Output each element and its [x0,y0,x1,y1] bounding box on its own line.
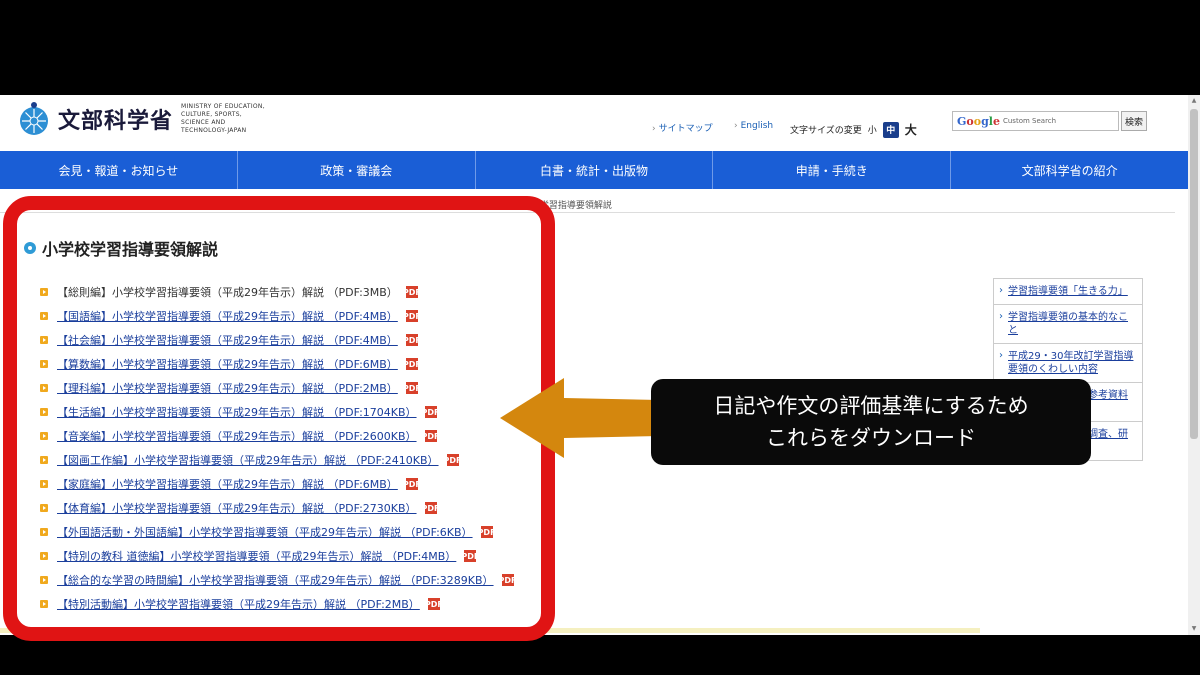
search-button[interactable]: 検索 [1121,111,1147,131]
mext-logo[interactable]: 文部科学省 MINISTRY OF EDUCATION, CULTURE, SP… [16,101,271,137]
english-label: English [740,121,774,131]
sitemap-link[interactable]: › サイトマップ [652,121,713,134]
sidebar-item[interactable]: 学習指導要領の基本的なこと [993,305,1143,344]
sidebar-item[interactable]: 平成29・30年改訂学習指導要領のくわしい内容 [993,344,1143,383]
logo-text: 文部科学省 [58,109,174,134]
logo-english-text: MINISTRY OF EDUCATION, CULTURE, SPORTS, … [181,103,265,134]
font-size-controls: 文字サイズの変更 小 中 大 [790,121,917,138]
font-size-label: 文字サイズの変更 [790,126,862,136]
nav-item-publications[interactable]: 白書・統計・出版物 [476,151,714,189]
caption-line-2: これらをダウンロード [766,426,976,450]
sitemap-label: サイトマップ [658,124,713,134]
main-nav: 会見・報道・お知らせ 政策・審議会 白書・統計・出版物 申請・手続き 文部科学省… [0,151,1188,189]
scroll-up-icon[interactable]: ▲ [1190,97,1198,105]
font-large-button[interactable]: 大 [905,121,917,138]
search-placeholder: Custom Search [1002,117,1057,125]
nav-item-applications[interactable]: 申請・手続き [713,151,952,189]
nav-item-policy[interactable]: 政策・審議会 [238,151,476,189]
caption-line-1: 日記や作文の評価基準にするため [713,394,1029,418]
google-logo: Google [957,114,1000,128]
sidebar-item[interactable]: 学習指導要領「生きる力」 [993,278,1143,305]
caption-box: 日記や作文の評価基準にするため これらをダウンロード [651,379,1091,465]
english-link[interactable]: › English [734,121,773,131]
scrollbar-thumb[interactable] [1190,109,1198,439]
chevron-right-icon: › [652,124,656,134]
vertical-scrollbar[interactable]: ▲ ▼ [1188,95,1200,635]
chevron-right-icon: › [734,121,738,131]
mext-emblem-icon [16,101,52,137]
font-small-button[interactable]: 小 [868,123,877,136]
nav-item-about[interactable]: 文部科学省の紹介 [951,151,1188,189]
font-medium-button[interactable]: 中 [882,121,899,138]
highlight-frame [3,196,555,641]
scroll-down-icon[interactable]: ▼ [1190,625,1198,633]
nav-item-press[interactable]: 会見・報道・お知らせ [0,151,238,189]
search-input[interactable]: Google Custom Search [952,111,1119,131]
orange-arrow-icon [500,378,660,458]
